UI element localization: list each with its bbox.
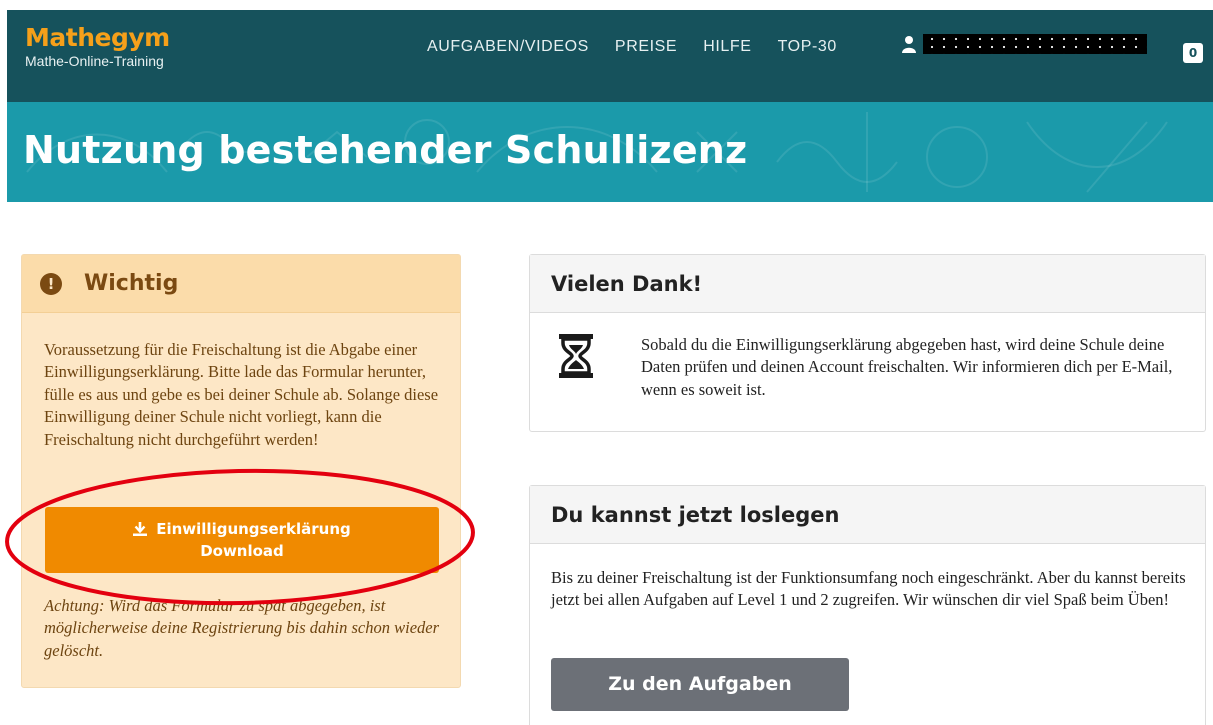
user-icon <box>902 36 916 53</box>
hero-banner: Nutzung bestehender Schullizenz <box>7 102 1213 202</box>
nav-item-hilfe[interactable]: HILFE <box>703 38 751 56</box>
important-notice-panel: ! Wichtig Voraussetzung für die Freischa… <box>21 254 461 688</box>
go-to-exercises-button[interactable]: Zu den Aufgaben <box>551 658 849 711</box>
get-started-card-title: Du kannst jetzt loslegen <box>530 486 1205 544</box>
download-button-label: Einwilligungserklärung <box>156 520 351 538</box>
notice-title: Wichtig <box>84 271 179 296</box>
notice-warning-note: Achtung: Wird das Formular zu spät abgeg… <box>44 596 440 660</box>
page-title: Nutzung bestehender Schullizenz <box>23 128 748 172</box>
user-name-redacted[interactable] <box>923 34 1147 54</box>
nav-item-aufgaben-videos[interactable]: AUFGABEN/VIDEOS <box>427 38 589 56</box>
site-logo[interactable]: Mathegym Mathe-Online-Training <box>25 24 170 70</box>
thanks-card-text: Sobald du die Einwilligungserklärung abg… <box>641 335 1173 399</box>
exclamation-circle-icon: ! <box>40 272 62 295</box>
get-started-card-text: Bis zu deiner Freischaltung ist der Funk… <box>551 568 1186 610</box>
logo-title[interactable]: Mathegym <box>25 24 170 52</box>
nav-item-top-30[interactable]: TOP-30 <box>778 38 837 56</box>
consent-form-download-button[interactable]: Einwilligungserklärung Download <box>45 507 439 573</box>
cart-count-badge[interactable]: 0 <box>1183 43 1203 63</box>
download-icon <box>133 522 148 536</box>
logo-subtitle: Mathe-Online-Training <box>25 53 164 69</box>
download-button-sublabel: Download <box>200 542 284 560</box>
main-nav: AUFGABEN/VIDEOS PREISE HILFE TOP-30 <box>427 38 863 56</box>
thanks-card: Vielen Dank! Sobald du die Einwilligungs… <box>529 254 1206 432</box>
download-button-line1: Einwilligungserklärung <box>133 518 351 540</box>
thanks-card-title: Vielen Dank! <box>530 255 1205 313</box>
hourglass-icon <box>559 334 593 378</box>
notice-body: Voraussetzung für die Freischaltung ist … <box>44 340 439 449</box>
user-menu[interactable] <box>901 34 1147 54</box>
nav-item-preise[interactable]: PREISE <box>615 38 677 56</box>
top-navbar: Mathegym Mathe-Online-Training AUFGABEN/… <box>7 10 1213 102</box>
get-started-card: Du kannst jetzt loslegen Bis zu deiner F… <box>529 485 1206 725</box>
notice-header: ! Wichtig <box>22 255 460 313</box>
